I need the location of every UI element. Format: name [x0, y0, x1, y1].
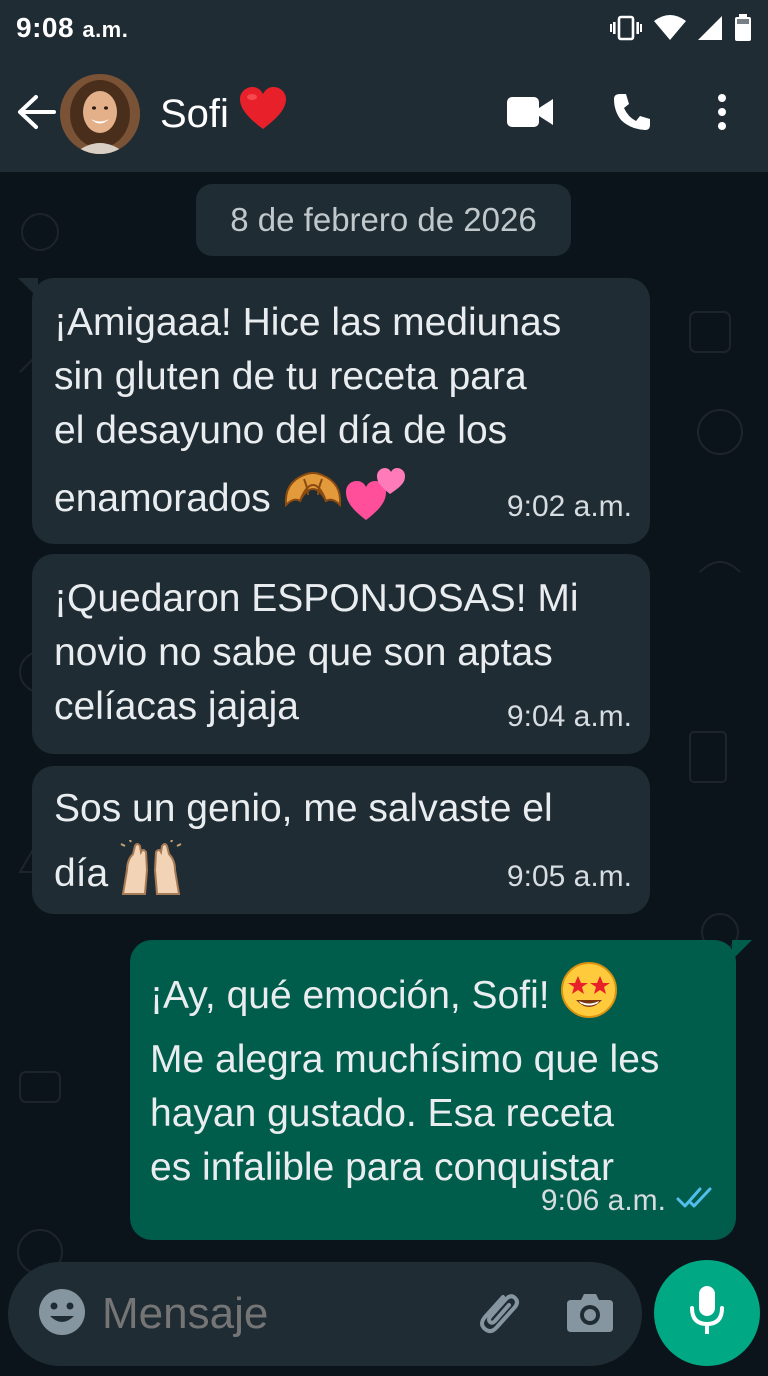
status-bar: 9:08 a.m.: [0, 0, 768, 56]
header-actions: [490, 56, 768, 172]
message-bubble-incoming[interactable]: Sos un genio, me salvaste el día 9:05 a.…: [32, 766, 650, 914]
message-text-line: ¡Quedaron ESPONJOSAS! Mi: [54, 577, 579, 620]
heart-emoji: [239, 87, 287, 141]
camera-button[interactable]: [556, 1280, 624, 1348]
status-icons: [610, 14, 752, 42]
contact-avatar[interactable]: [60, 74, 140, 154]
signal-icon: [698, 15, 722, 41]
emoji-button[interactable]: [28, 1280, 96, 1348]
more-options-button[interactable]: [682, 74, 762, 154]
status-time-value: 9:08: [16, 12, 75, 43]
message-bubble-outgoing[interactable]: ¡Ay, qué emoción, Sofi! Me alegra muchís…: [130, 940, 752, 1240]
back-arrow-icon: [16, 94, 56, 135]
attach-button[interactable]: [464, 1280, 532, 1348]
two-hearts-emoji: [344, 464, 408, 537]
message-text-line: sin gluten de tu receta para: [54, 355, 527, 398]
message-timestamp: 9:06 a.m.: [541, 1174, 716, 1228]
vibrate-icon: [610, 15, 642, 41]
message-timestamp: 9:04 a.m.: [507, 690, 632, 744]
message-time-text: 9:06 a.m.: [540, 1184, 666, 1217]
emoji-smiley-icon: [38, 1288, 86, 1341]
message-text-line: hayan gustado. Esa receta: [150, 1092, 614, 1135]
voice-message-button[interactable]: [654, 1260, 760, 1366]
message-time-text: 9:02 a.m.: [506, 490, 632, 523]
star-struck-emoji: [560, 962, 618, 1033]
chat-area[interactable]: 8 de febrero de 2026 ¡Amigaaa! Hice las …: [0, 172, 768, 1376]
message-text-line: Me alegra muchísimo que les: [150, 1038, 660, 1081]
whatsapp-chat-screen: 9:08 a.m. Sofi 8 de febrero de 2026 ¡Ami…: [0, 0, 768, 1376]
bubble-tail: [732, 940, 752, 960]
message-timestamp: 9:05 a.m.: [507, 850, 632, 904]
raising-hands-emoji: [119, 837, 183, 911]
read-receipt-icon: [676, 1174, 716, 1228]
contact-name[interactable]: Sofi: [160, 87, 287, 141]
camera-icon: [567, 1292, 613, 1337]
message-composer: [8, 1262, 642, 1366]
voice-call-button[interactable]: [592, 74, 672, 154]
message-timestamp: 9:02 a.m.: [507, 480, 632, 534]
message-text-line: el desayuno del día de los: [54, 409, 508, 452]
video-call-button[interactable]: [490, 74, 570, 154]
message-bubble-incoming[interactable]: ¡Amigaaa! Hice las mediunas sin gluten d…: [18, 278, 650, 544]
paperclip-icon: [473, 1287, 523, 1342]
status-time: 9:08 a.m.: [16, 12, 128, 44]
bubble-tail: [18, 278, 38, 298]
croissant-emoji: [282, 465, 344, 536]
message-bubble-incoming[interactable]: ¡Quedaron ESPONJOSAS! Mi novio no sabe q…: [32, 554, 650, 754]
chat-header: Sofi: [0, 56, 768, 172]
message-time-text: 9:04 a.m.: [506, 700, 632, 733]
message-text-line: ¡Ay, qué emoción, Sofi!: [150, 973, 550, 1017]
video-call-icon: [507, 96, 553, 132]
battery-icon: [734, 14, 752, 42]
status-time-ampm: a.m.: [82, 17, 129, 42]
message-text-line: día: [54, 851, 109, 895]
message-text-line: ¡Amigaaa! Hice las mediunas: [54, 301, 562, 344]
message-text-line: novio no sabe que son aptas: [54, 631, 553, 674]
message-text-line: Sos un genio, me salvaste el: [54, 787, 553, 830]
message-time-text: 9:05 a.m.: [506, 860, 632, 893]
date-separator: 8 de febrero de 2026: [196, 184, 571, 256]
more-options-icon: [717, 93, 727, 135]
phone-icon: [612, 92, 652, 137]
contact-name-text: Sofi: [160, 91, 229, 136]
wifi-icon: [654, 15, 686, 41]
microphone-icon: [689, 1285, 725, 1341]
back-button[interactable]: [6, 84, 66, 144]
message-text-line: enamorados: [54, 476, 271, 520]
message-input[interactable]: [102, 1289, 442, 1339]
